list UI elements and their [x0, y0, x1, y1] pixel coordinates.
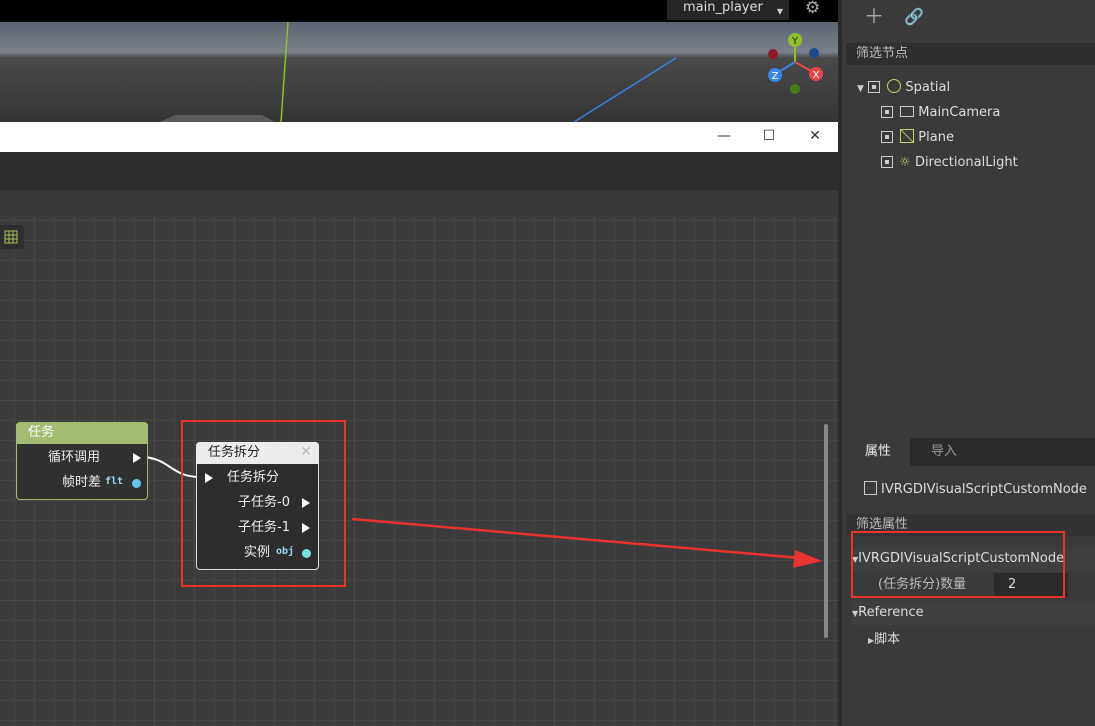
task-node[interactable]: 任务 循环调用 帧时差 flt: [16, 422, 148, 500]
annotation-box-node: [181, 420, 346, 587]
visibility-toggle[interactable]: [881, 131, 893, 143]
task-node-row-label: 帧时差: [62, 475, 102, 490]
camera-icon: [900, 106, 915, 117]
add-node-icon[interactable]: ＋: [864, 6, 884, 26]
gizmo-z-label: Z: [772, 71, 779, 82]
task-node-row-label: 循环调用: [48, 450, 101, 465]
visibility-toggle[interactable]: [881, 106, 893, 118]
section-reference-label: Reference: [858, 605, 924, 620]
annotation-box-inspector: [851, 531, 1065, 598]
graph-toolbar: [0, 190, 838, 216]
tree-item-label: Spatial: [905, 80, 951, 95]
gizmo-y-label: Y: [791, 36, 799, 47]
visual-script-graph[interactable]: 任务 循环调用 帧时差 flt 任务拆分 ✕ 任务拆分 子任务-0 子任务-1 …: [0, 216, 838, 726]
annotation-arrow-line: [351, 517, 801, 560]
tree-item-label: MainCamera: [918, 105, 1001, 120]
orientation-gizmo: Y X Z: [768, 33, 823, 94]
float-out-port[interactable]: [132, 479, 141, 488]
type-tag: flt: [105, 476, 124, 487]
window-titlebar: — ☐ ✕: [0, 122, 838, 152]
task-node-title: 任务: [16, 422, 148, 444]
property-script-row[interactable]: ▶脚本: [868, 628, 1088, 652]
z-axis-line: [573, 57, 677, 122]
ground-plane: [160, 115, 275, 122]
tree-item-spatial[interactable]: ▼ Spatial: [857, 78, 950, 98]
tree-item-maincamera[interactable]: MainCamera: [881, 103, 1000, 123]
tree-item-label: DirectionalLight: [914, 155, 1018, 170]
sequence-out-port[interactable]: [133, 453, 141, 463]
inspector-tabbar: 属性 导入: [846, 438, 1095, 466]
property-script-label: 脚本: [874, 632, 901, 647]
y-axis-line: [280, 21, 289, 122]
window-toolbar: [0, 152, 838, 190]
spatial-icon: [887, 79, 902, 93]
tree-item-plane[interactable]: Plane: [881, 128, 954, 148]
section-reference[interactable]: ▼Reference: [852, 601, 1095, 625]
inspected-object[interactable]: IVRGDIVisualScriptCustomNode: [864, 478, 1095, 502]
annotation-arrow-head: [793, 550, 822, 568]
tab-import[interactable]: 导入: [912, 438, 976, 466]
object-icon: [864, 481, 877, 495]
chevron-down-icon: ▼: [776, 7, 783, 16]
player-select-value: main_player: [683, 0, 763, 15]
visibility-toggle[interactable]: [881, 156, 893, 168]
gizmo-x-label: X: [813, 70, 820, 81]
link-icon[interactable]: 🔗: [904, 7, 924, 27]
close-button[interactable]: ✕: [795, 122, 835, 152]
3d-viewport[interactable]: Y X Z main_player ▼ ⚙: [0, 0, 838, 122]
minimize-button[interactable]: —: [704, 122, 744, 152]
visibility-toggle[interactable]: [868, 81, 881, 93]
right-dock: ＋ 🔗 筛选节点 ▼ Spatial MainCamera Plane ☼ Di…: [838, 0, 1095, 726]
graph-scrollbar[interactable]: [824, 424, 828, 638]
light-icon: ☼: [899, 155, 911, 170]
scene-filter-label[interactable]: 筛选节点: [846, 43, 1095, 65]
inspected-object-label: IVRGDIVisualScriptCustomNode: [881, 482, 1087, 497]
tree-item-directionallight[interactable]: ☼ DirectionalLight: [881, 153, 1018, 173]
mesh-icon: [900, 129, 915, 143]
maximize-button[interactable]: ☐: [749, 122, 789, 152]
player-select[interactable]: main_player ▼: [667, 0, 789, 20]
gear-icon[interactable]: ⚙: [805, 0, 820, 18]
tab-properties[interactable]: 属性: [846, 438, 910, 466]
chevron-down-icon: ▼: [857, 84, 864, 94]
tree-item-label: Plane: [918, 130, 954, 145]
